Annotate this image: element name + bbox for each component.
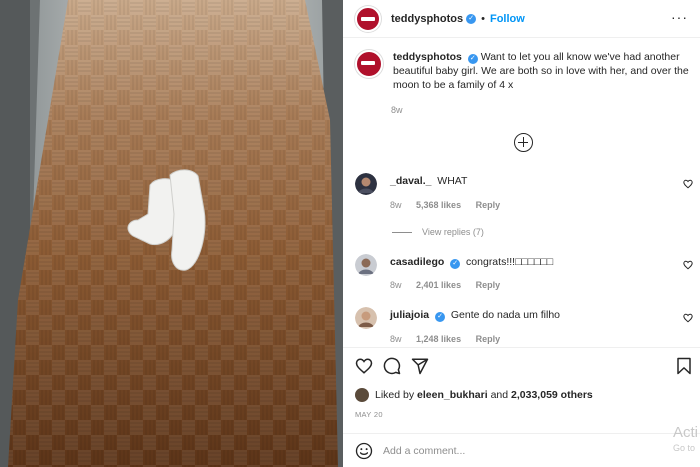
plus-circle-icon[interactable] [514, 133, 533, 152]
comment-body: WHAT [437, 175, 468, 187]
bookmark-icon[interactable] [675, 357, 693, 375]
separator-dot: • [481, 12, 485, 25]
reply-button[interactable]: Reply [476, 334, 501, 344]
reply-button[interactable]: Reply [476, 200, 501, 210]
comment-text: casadilego ✓ congrats!!!□□□□□□ [390, 256, 553, 269]
comment-username[interactable]: casadilego [390, 256, 444, 268]
liker-username[interactable]: eleen_bukhari [417, 389, 488, 401]
commenter-avatar[interactable] [355, 254, 377, 276]
verified-icon: ✓ [467, 54, 478, 64]
heart-icon[interactable] [683, 260, 693, 270]
instagram-post-modal: teddysphotos ✓ • Follow ··· teddysphotos… [0, 0, 700, 467]
comment-input[interactable] [383, 441, 653, 461]
comment-likes[interactable]: 5,368 likes [416, 200, 461, 210]
post-image[interactable] [0, 0, 343, 467]
heart-icon[interactable] [355, 357, 373, 375]
windows-activation-watermark-sub: Go to [673, 443, 696, 453]
comment-username[interactable]: _daval._ [390, 175, 431, 187]
reply-button[interactable]: Reply [476, 280, 501, 290]
comment-username[interactable]: juliajoia [390, 309, 429, 321]
follow-button[interactable]: Follow [490, 13, 525, 25]
comment-time[interactable]: 8w [390, 200, 402, 210]
comment-text: _daval._ WHAT [390, 175, 467, 187]
comment-text: juliajoia ✓ Gente do nada um filho [390, 309, 560, 322]
caption-author-avatar[interactable] [355, 50, 383, 78]
comment-icon[interactable] [383, 357, 401, 375]
comment-time[interactable]: 8w [390, 334, 402, 344]
comment-body: congrats!!!□□□□□□ [466, 256, 554, 268]
view-replies-button[interactable]: View replies (7) [392, 227, 484, 237]
comment-likes[interactable]: 1,248 likes [416, 334, 461, 344]
liker-avatar[interactable] [355, 388, 369, 402]
more-icon[interactable]: ··· [671, 10, 688, 24]
commenter-avatar[interactable] [355, 307, 377, 329]
comment-likes[interactable]: 2,401 likes [416, 280, 461, 290]
heart-icon[interactable] [683, 179, 693, 189]
comment-meta: 8w 5,368 likes Reply [390, 200, 512, 210]
comment-body: Gente do nada um filho [450, 309, 561, 321]
likes-summary: Liked by eleen_bukhari and 2,033,059 oth… [355, 388, 593, 402]
windows-activation-watermark: Acti [673, 424, 699, 441]
action-bar [343, 347, 700, 381]
likes-count[interactable]: 2,033,059 others [511, 389, 593, 401]
emoji-icon[interactable] [355, 442, 373, 460]
likes-prefix: Liked by [375, 389, 415, 401]
comment-time[interactable]: 8w [390, 280, 402, 290]
heart-icon[interactable] [683, 313, 693, 323]
author-username[interactable]: teddysphotos [391, 13, 463, 25]
verified-icon: ✓ [435, 312, 446, 322]
author-avatar[interactable] [355, 5, 381, 32]
post-header: teddysphotos ✓ • Follow ··· [343, 0, 700, 38]
verified-icon: ✓ [466, 13, 477, 24]
caption-body: teddysphotos ✓ Want to let you all know … [393, 50, 690, 92]
share-icon[interactable] [411, 357, 429, 375]
comment-meta: 8w 1,248 likes Reply [390, 334, 512, 344]
comment-meta: 8w 2,401 likes Reply [390, 280, 512, 290]
likes-joiner: and [490, 389, 509, 401]
caption-timestamp[interactable]: 8w [391, 105, 403, 115]
caption-username[interactable]: teddysphotos [393, 51, 462, 63]
commenter-avatar[interactable] [355, 173, 377, 195]
post-caption: teddysphotos ✓ Want to let you all know … [355, 50, 690, 92]
add-comment-bar [343, 433, 700, 467]
verified-icon: ✓ [450, 259, 461, 269]
knitted-blanket-photo [0, 0, 343, 467]
post-date[interactable]: MAY 20 [355, 410, 383, 419]
